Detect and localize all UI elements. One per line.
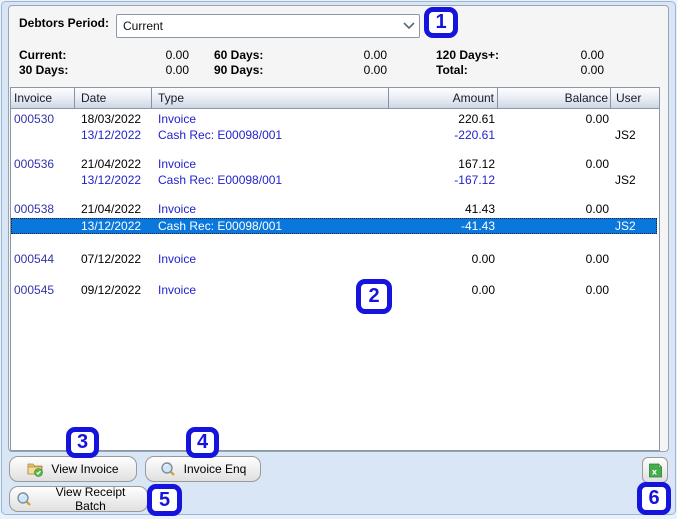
annotation-badge-1: 1 [424,7,458,38]
summary-label-total: Total: [436,63,468,77]
summary-value-total: 0.00 [580,63,604,77]
column-header-type[interactable]: Type [152,88,389,108]
magnifier-icon [16,491,32,507]
table-row-invoice-000545[interactable]: 000545 09/12/2022 Invoice 0.00 0.00 [11,282,657,298]
debtors-dialog: Debtors Period: Current Current: 0.00 60… [1,1,676,515]
summary-value-30days: 0.00 [165,63,189,77]
view-invoice-label: View Invoice [51,462,119,476]
table-row-invoice-000544[interactable]: 000544 07/12/2022 Invoice 0.00 0.00 [11,251,657,267]
summary-value-90days: 0.00 [363,63,387,77]
column-header-balance[interactable]: Balance [498,88,611,108]
summary-value-120days: 0.00 [580,48,604,62]
view-invoice-button[interactable]: View Invoice [9,456,137,482]
summary-label-30days: 30 Days: [19,63,69,77]
export-excel-button[interactable]: x [642,457,668,483]
column-header-date[interactable]: Date [75,88,152,108]
annotation-badge-2: 2 [356,279,392,314]
transactions-table: Invoice Date Type Amount Balance User 00… [10,87,660,451]
column-header-user[interactable]: User [611,88,658,108]
summary-label-current: Current: [19,48,67,62]
summary-label-60days: 60 Days: [214,48,264,62]
summary-label-90days: 90 Days: [214,63,264,77]
annotation-badge-6: 6 [637,482,671,515]
view-receipt-batch-button[interactable]: View Receipt Batch [9,485,148,513]
annotation-badge-3: 3 [66,427,99,458]
svg-text:x: x [651,467,657,476]
annotation-badge-5: 5 [147,484,182,516]
view-receipt-batch-label: View Receipt Batch [55,485,126,513]
folder-check-icon [27,461,44,477]
debtors-period-dropdown[interactable]: Current [116,14,420,38]
debtors-period-value: Current [123,19,164,33]
table-row-cashrec-000538-selected[interactable]: 13/12/2022 Cash Rec: E00098/001 -41.43 J… [11,218,657,234]
column-header-amount[interactable]: Amount [389,88,498,108]
column-header-invoice[interactable]: Invoice [11,88,75,108]
invoice-enq-button[interactable]: Invoice Enq [145,456,261,482]
annotation-badge-4: 4 [186,427,219,458]
table-row-invoice-000538[interactable]: 000538 21/04/2022 Invoice 41.43 0.00 [11,201,657,217]
summary-value-current: 0.00 [165,48,189,62]
table-header: Invoice Date Type Amount Balance User [11,88,659,109]
table-row-invoice-000530[interactable]: 000530 18/03/2022 Invoice 220.61 0.00 [11,111,657,127]
excel-export-icon: x [647,462,663,478]
summary-value-60days: 0.00 [363,48,387,62]
table-row-cashrec-000530[interactable]: 13/12/2022 Cash Rec: E00098/001 -220.61 … [11,127,657,143]
debtors-panel: Debtors Period: Current Current: 0.00 60… [8,5,669,452]
table-row-cashrec-000536[interactable]: 13/12/2022 Cash Rec: E00098/001 -167.12 … [11,172,657,188]
table-row-invoice-000536[interactable]: 000536 21/04/2022 Invoice 167.12 0.00 [11,156,657,172]
invoice-enq-label: Invoice Enq [183,462,247,476]
summary-label-120days: 120 Days+: [436,48,500,62]
magnifier-icon [160,461,176,477]
debtors-period-label: Debtors Period: [19,16,110,30]
chevron-down-icon[interactable] [399,19,419,33]
